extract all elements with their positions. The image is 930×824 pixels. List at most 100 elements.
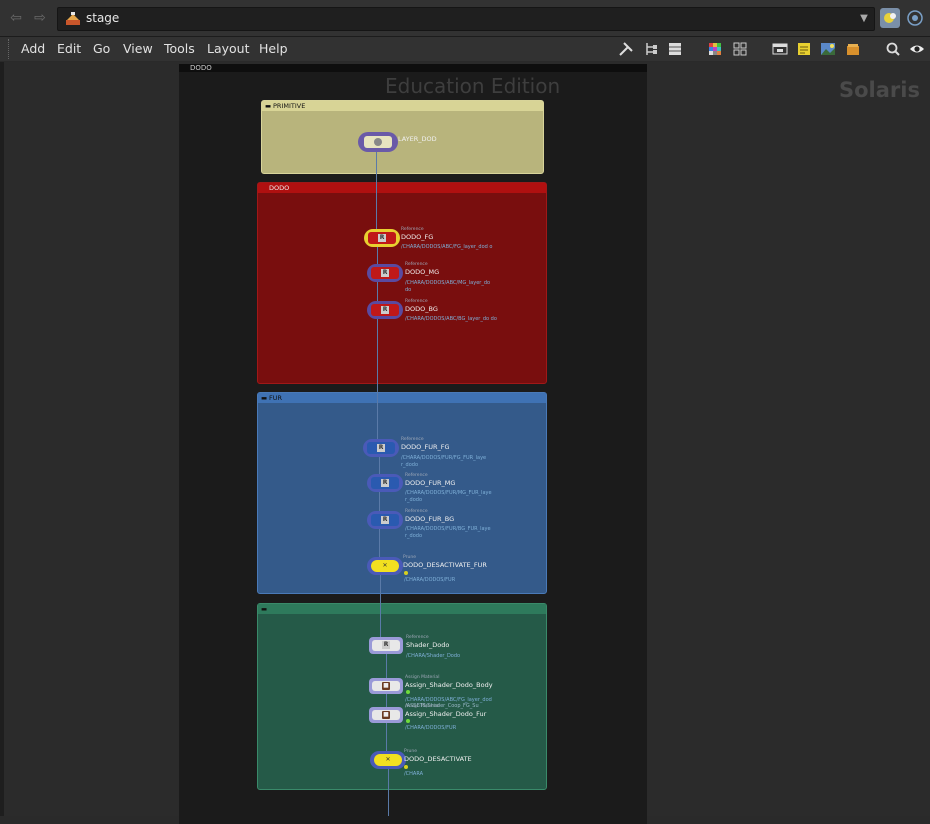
- node-label: DODO_MG: [405, 268, 440, 276]
- netbox-header: DODO: [258, 183, 546, 193]
- node-flag-dot: [404, 571, 408, 575]
- pin-toggle-icon[interactable]: [880, 8, 900, 28]
- node-path: /CHARA/DODOS/FUR: [404, 577, 456, 583]
- node-label: Assign_Shader_Dodo_Body: [405, 681, 493, 689]
- reference-icon: R: [381, 306, 389, 314]
- link-target-icon[interactable]: [905, 8, 925, 28]
- wire[interactable]: [379, 455, 380, 560]
- netbox-dodo[interactable]: DODO: [257, 182, 547, 384]
- node-path: /CHARA/Shader_Dodo: [406, 653, 461, 659]
- node-type: Reference: [405, 262, 428, 267]
- netbox-header: ▬ PRIMITIVE: [262, 101, 543, 111]
- node-type: Reference: [405, 473, 428, 478]
- back-arrow-icon[interactable]: ⇦: [8, 10, 24, 26]
- node-label: LAYER_DOD: [398, 135, 437, 143]
- network-path-field[interactable]: stage ▼: [57, 7, 875, 31]
- menu-tools[interactable]: Tools: [164, 41, 195, 56]
- path-bar: ⇦ ⇨ stage ▼: [0, 0, 930, 37]
- search-icon[interactable]: [885, 41, 901, 57]
- node-dodo-fur-mg[interactable]: R: [367, 474, 403, 492]
- netbox-header: ▬ FUR: [258, 393, 546, 403]
- reference-icon: R: [377, 444, 385, 452]
- material-icon: ■: [382, 682, 390, 690]
- node-path: /CHARA/DODOS/FUR: [405, 725, 457, 731]
- wire[interactable]: [386, 652, 387, 757]
- node-label: Assign_Shader_Dodo_Fur: [405, 710, 487, 718]
- node-flag-dot: [406, 690, 410, 694]
- color-palette-icon[interactable]: [707, 41, 723, 57]
- menu-edit[interactable]: Edit: [57, 41, 81, 56]
- node-assign-shader-body[interactable]: ■: [369, 678, 403, 694]
- prune-icon: ✕: [382, 562, 388, 569]
- node-type: Reference: [401, 437, 424, 442]
- node-path: /CHARA: [404, 771, 424, 777]
- node-flag-dot: [406, 719, 410, 723]
- drag-handle[interactable]: [8, 39, 12, 59]
- menu-add[interactable]: Add: [21, 41, 45, 56]
- node-dodo-fur-fg[interactable]: R: [363, 439, 399, 457]
- node-path: /CHARA/DODOS/FUR/BG_FUR_laye r_dodo: [405, 526, 491, 539]
- material-icon: ■: [382, 711, 390, 719]
- node-type: Reference: [401, 227, 424, 232]
- node-assign-shader-fur[interactable]: ■: [369, 707, 403, 723]
- node-label: DODO_DESACTIVATE_FUR: [403, 561, 487, 569]
- node-layer-dod[interactable]: [358, 132, 398, 152]
- node-label: DODO_FUR_MG: [405, 479, 456, 487]
- stage-context-icon: [66, 12, 80, 25]
- layer-icon: [374, 138, 382, 146]
- menu-view[interactable]: View: [123, 41, 153, 56]
- node-label: DODO_FUR_BG: [405, 515, 455, 523]
- node-dodo-fur-bg[interactable]: R: [367, 511, 403, 529]
- node-dodo-desactivate[interactable]: ✕: [370, 751, 406, 769]
- menu-go[interactable]: Go: [93, 41, 110, 56]
- reference-icon: R: [381, 516, 389, 524]
- node-type: Reference: [406, 635, 429, 640]
- menu-layout[interactable]: Layout: [207, 41, 250, 56]
- wire[interactable]: [376, 150, 377, 232]
- network-box-icon[interactable]: [772, 41, 788, 57]
- node-dodo-fg[interactable]: R: [364, 229, 400, 247]
- netbox-title: PRIMITIVE: [273, 102, 306, 110]
- node-flag-dot: [404, 765, 408, 769]
- tree-view-icon[interactable]: [643, 41, 659, 57]
- collapse-icon[interactable]: ▬: [261, 393, 267, 403]
- sticky-note-icon[interactable]: [796, 41, 812, 57]
- wrench-icon[interactable]: [618, 41, 634, 57]
- edition-watermark: Education Edition: [385, 74, 561, 98]
- menu-help[interactable]: Help: [259, 41, 288, 56]
- node-dodo-mg[interactable]: R: [367, 264, 403, 282]
- node-dodo-desactivate-fur[interactable]: ✕: [367, 557, 403, 575]
- node-label: DODO_BG: [405, 305, 438, 313]
- node-dodo-bg[interactable]: R: [367, 301, 403, 319]
- collapse-icon[interactable]: ▬: [265, 101, 271, 111]
- netbox-header: ▬: [258, 604, 546, 614]
- asset-library-icon[interactable]: [845, 41, 861, 57]
- node-shader-dodo[interactable]: R: [369, 637, 403, 654]
- list-view-icon[interactable]: [667, 41, 683, 57]
- node-path: /CHARA/DODOS/ABC/FG_layer_dod o: [401, 244, 493, 250]
- node-label: Shader_Dodo: [406, 641, 450, 649]
- eye-icon[interactable]: [909, 41, 925, 57]
- chevron-down-icon[interactable]: ▼: [858, 12, 870, 26]
- menu-bar: Add Edit Go View Tools Layout Help: [0, 37, 930, 61]
- shape-palette-icon[interactable]: [732, 41, 748, 57]
- node-type: Reference: [405, 509, 428, 514]
- node-label: DODO_FUR_FG: [401, 443, 450, 451]
- wire[interactable]: [380, 570, 381, 640]
- netbox-title: DODO: [190, 64, 212, 72]
- forward-arrow-icon[interactable]: ⇨: [32, 10, 48, 26]
- reference-icon: R: [381, 269, 389, 277]
- background-image-icon[interactable]: [820, 41, 836, 57]
- node-path: /CHARA/DODOS/ABC/MG_layer_do do: [405, 280, 491, 293]
- path-text: stage: [86, 11, 120, 25]
- prune-icon: ✕: [385, 756, 391, 763]
- wire[interactable]: [388, 767, 389, 816]
- node-path: /CHARA/DODOS/FUR/FG_FUR_laye r_dodo: [401, 455, 487, 468]
- node-type: Prune: [403, 555, 416, 560]
- node-type: Assign Material: [405, 704, 440, 709]
- node-label: DODO_DESACTIVATE: [404, 755, 472, 763]
- netbox-title: DODO: [269, 184, 290, 192]
- reference-icon: R: [381, 479, 389, 487]
- collapse-icon[interactable]: ▬: [261, 604, 267, 614]
- node-path: /CHARA/DODOS/FUR/MG_FUR_laye r_dodo: [405, 490, 492, 503]
